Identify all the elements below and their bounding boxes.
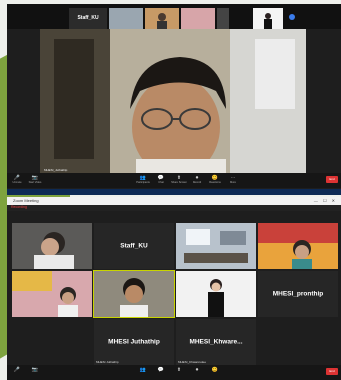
start-video-button[interactable]: 📷 (27, 367, 43, 378)
participant-name: MHESI Juthathip (108, 338, 160, 346)
reactions-button[interactable]: 😊 Reactions (207, 175, 223, 186)
participant-label: MHESI Juthathip (96, 360, 119, 364)
share-screen-button[interactable]: ⬆ Share Screen (171, 175, 187, 186)
start-video-button[interactable]: 📷 Start Video (27, 175, 43, 186)
window-title: Zoom Meeting (13, 198, 39, 203)
unmute-button[interactable]: 🎤 (9, 367, 25, 378)
meeting-toolbar: 🎤 📷 👥 💬 ⬆ ⏺ 😊 End (7, 365, 341, 380)
video-tile[interactable]: Staff_KU (94, 223, 174, 269)
record-icon: ⏺ (195, 367, 199, 373)
people-icon: 👥 (139, 367, 147, 373)
participants-button[interactable]: 👥 Participants (135, 175, 151, 186)
video-tile[interactable] (258, 223, 338, 269)
video-tile[interactable] (176, 271, 256, 317)
video-tile[interactable]: MHESI_pronthip (258, 271, 338, 317)
person-icon (264, 13, 272, 29)
active-speaker-video: MHESI_Juthathip (40, 29, 306, 175)
reactions-button[interactable]: 😊 (207, 367, 223, 378)
window-titlebar: Zoom Meeting — ☐ ✕ (7, 197, 341, 205)
next-page-icon[interactable] (289, 14, 295, 20)
thumb-banner[interactable] (145, 8, 179, 29)
person-icon (157, 13, 167, 29)
thumb-staff-ku[interactable]: Staff_KU (69, 8, 107, 29)
end-button[interactable]: End (326, 368, 338, 375)
participant-name: MHESI_pronthip (272, 290, 324, 298)
smile-icon: 😊 (211, 367, 219, 373)
video-tile[interactable]: MHESI Juthathip MHESI Juthathip (94, 319, 174, 365)
thumbnail-strip: Staff_KU (7, 4, 341, 29)
chat-button[interactable]: 💬 Chat (153, 175, 169, 186)
record-button[interactable]: ⏺ Record (189, 175, 205, 186)
speaker-scene (40, 29, 306, 175)
record-button[interactable]: ⏺ (189, 367, 205, 378)
window-controls-icon[interactable]: — ☐ ✕ (314, 198, 337, 203)
microphone-icon: 🎤 (13, 367, 21, 373)
thumb-name: Staff_KU (77, 15, 99, 21)
participant-name: MHESI_Khware... (189, 338, 243, 346)
video-tile[interactable]: MHESI_Khware... MHESI_Khwanrudee (176, 319, 256, 365)
share-icon: ⬆ (176, 367, 182, 373)
video-tile[interactable] (176, 223, 256, 269)
thumb-business-banner[interactable] (181, 8, 215, 29)
unmute-button[interactable]: 🎤 Unmute (9, 175, 25, 186)
meeting-toolbar: 🎤 Unmute 📷 Start Video 👥 Participants 💬 Chat… (7, 173, 341, 188)
windows-taskbar (7, 189, 341, 195)
zoom-screenshot-top: Staff_KU MHESI_Juthathip 🎤 Unmute 📷 Star… (7, 4, 341, 195)
person-video (12, 223, 92, 269)
more-button[interactable]: ⋯ More (225, 175, 241, 186)
video-tile[interactable] (12, 271, 92, 317)
camera-icon: 📷 (31, 367, 39, 373)
recording-indicator: Recording (11, 205, 27, 209)
person-banner-video (12, 271, 92, 317)
zoom-screenshot-gallery: Zoom Meeting — ☐ ✕ Recording Staff_KU MH… (7, 197, 341, 380)
meeting-room-video (176, 223, 256, 269)
chat-icon: 💬 (157, 367, 165, 373)
thumb-room[interactable] (109, 8, 143, 29)
person-banner-video (258, 223, 338, 269)
end-button[interactable]: End (326, 176, 338, 183)
chat-button[interactable]: 💬 (153, 367, 169, 378)
person-video (94, 271, 174, 317)
participant-label: MHESI_Khwanrudee (178, 360, 207, 364)
share-screen-button[interactable]: ⬆ (171, 367, 187, 378)
meeting-status-bar: Recording (7, 205, 341, 211)
video-tile[interactable] (12, 223, 92, 269)
person-video (176, 271, 256, 317)
thumb-dark[interactable] (217, 8, 229, 29)
participant-name: Staff_KU (120, 242, 148, 250)
participants-button[interactable]: 👥 (135, 367, 151, 378)
video-tile-active[interactable] (93, 270, 175, 318)
speaker-name-label: MHESI_Juthathip (44, 168, 68, 172)
thumb-woman[interactable] (253, 8, 283, 29)
